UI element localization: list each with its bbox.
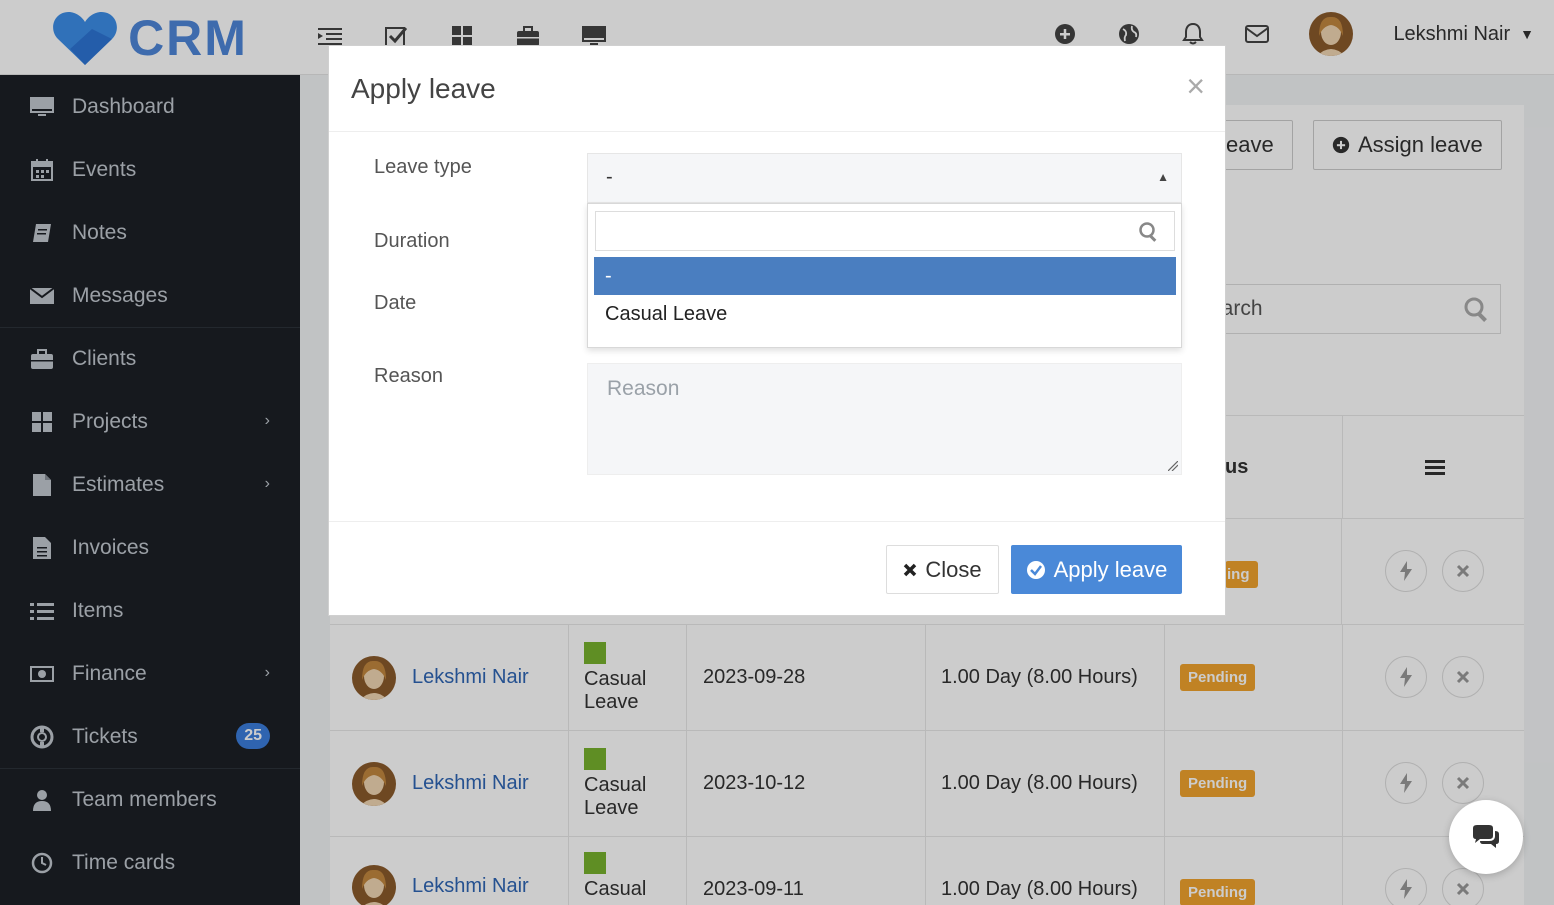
apply-leave-modal: Apply leave × Leave type Duration Date R… xyxy=(328,45,1226,616)
caret-up-icon: ▲ xyxy=(1157,170,1169,184)
modal-title: Apply leave xyxy=(351,72,496,104)
leave-type-selected-value: - xyxy=(606,166,613,188)
reason-label: Reason xyxy=(374,365,443,387)
duration-label: Duration xyxy=(374,230,450,252)
leave-type-label: Leave type xyxy=(374,156,472,178)
check-circle-icon xyxy=(1026,560,1045,579)
modal-header: Apply leave × xyxy=(329,46,1225,132)
reason-placeholder: Reason xyxy=(607,377,680,400)
close-button[interactable]: Close xyxy=(886,545,999,594)
chat-launcher-button[interactable] xyxy=(1449,800,1523,874)
apply-leave-submit-label: Apply leave xyxy=(1053,556,1168,582)
comments-icon xyxy=(1473,825,1499,848)
date-label: Date xyxy=(374,292,417,314)
dropdown-search-field[interactable] xyxy=(595,211,1175,251)
leave-type-dropdown: - Casual Leave xyxy=(587,203,1182,348)
modal-footer: Close Apply leave xyxy=(329,521,1225,616)
modal-close-icon[interactable]: × xyxy=(1186,70,1205,102)
close-icon xyxy=(904,563,917,576)
dropdown-option[interactable]: - xyxy=(594,257,1176,295)
reason-textarea[interactable]: Reason xyxy=(587,363,1182,475)
dropdown-search-input[interactable] xyxy=(596,212,1174,250)
search-icon xyxy=(1139,222,1157,242)
dropdown-option[interactable]: Casual Leave xyxy=(594,295,1176,333)
resize-grip-icon[interactable] xyxy=(1168,461,1178,471)
leave-type-select[interactable]: - ▲ xyxy=(587,153,1182,203)
close-button-label: Close xyxy=(925,556,982,582)
apply-leave-submit-button[interactable]: Apply leave xyxy=(1011,545,1182,594)
